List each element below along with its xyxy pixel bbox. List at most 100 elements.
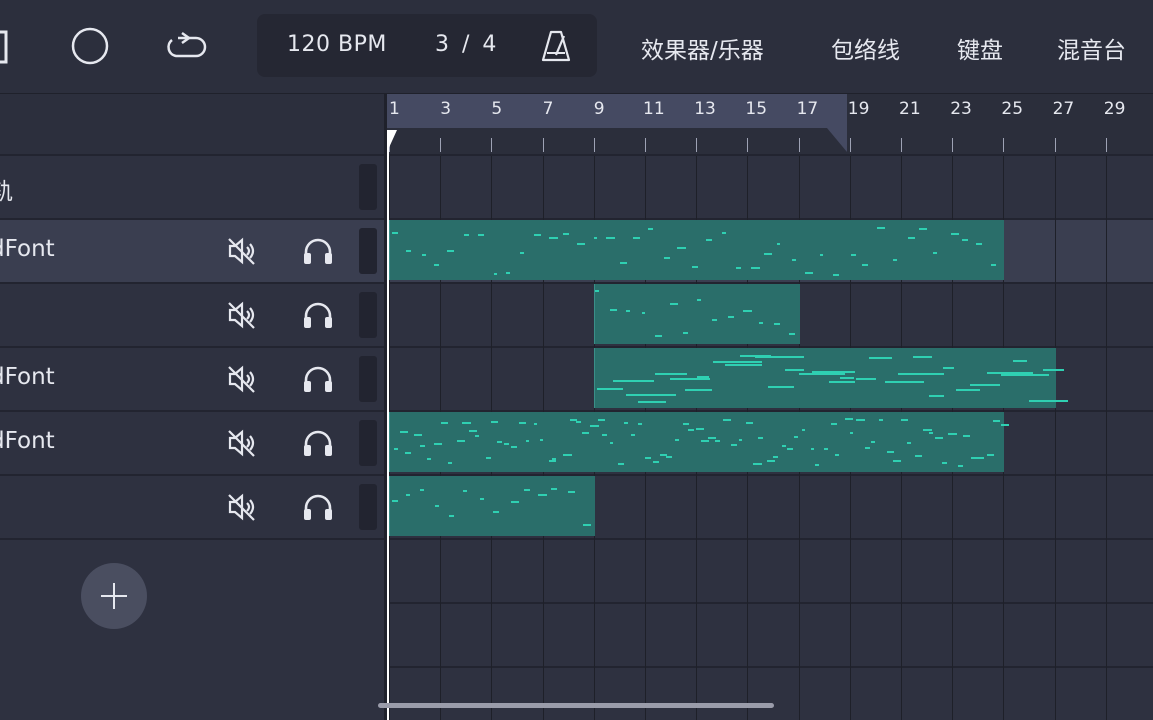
ruler-tick: [593, 138, 595, 152]
track-level-meter: [359, 164, 377, 210]
arrangement-timeline[interactable]: 1 3 5 7 9 11 13 15 17 19 21 23 25 27 29: [387, 94, 1153, 720]
midi-clip[interactable]: [389, 412, 1010, 472]
track-level-meter: [359, 420, 377, 466]
horizontal-scrollbar[interactable]: [378, 703, 774, 708]
midi-note: [666, 455, 673, 458]
mute-icon[interactable]: [226, 428, 258, 458]
record-icon[interactable]: [68, 24, 112, 68]
add-track-button[interactable]: [81, 563, 147, 629]
track-row[interactable]: dFont: [0, 412, 384, 476]
midi-note: [970, 384, 1000, 387]
playhead-marker[interactable]: [387, 130, 397, 152]
ruler-tick: [901, 138, 902, 152]
track-list-header: [0, 94, 384, 156]
bar-number-label: 11: [643, 99, 665, 119]
ruler-tick: [440, 138, 442, 152]
midi-note: [406, 250, 411, 253]
midi-note: [590, 424, 599, 427]
midi-note: [548, 237, 558, 240]
midi-note: [510, 501, 519, 504]
midi-note: [868, 356, 892, 359]
midi-note: [923, 428, 933, 431]
loop-region[interactable]: [387, 94, 847, 154]
headphones-icon[interactable]: [302, 364, 334, 394]
menu-envelope[interactable]: 包络线: [831, 31, 900, 65]
midi-note: [576, 421, 581, 424]
mute-icon[interactable]: [226, 492, 258, 522]
ruler-tick: [696, 138, 698, 152]
headphones-icon[interactable]: [302, 236, 334, 266]
midi-note: [638, 400, 666, 403]
bar-number-label: 19: [847, 99, 870, 119]
midi-note: [633, 236, 641, 239]
midi-note: [520, 252, 525, 255]
headphones-icon[interactable]: [302, 492, 334, 522]
midi-note: [419, 489, 425, 492]
midi-clip[interactable]: [389, 476, 595, 536]
track-name[interactable]: 轨: [0, 172, 13, 206]
midi-note: [884, 380, 925, 383]
track-row[interactable]: dFont: [0, 348, 384, 412]
midi-note: [879, 419, 883, 422]
midi-note: [434, 263, 440, 266]
bar-number-label: 23: [950, 99, 972, 119]
midi-note: [593, 237, 598, 240]
mute-icon[interactable]: [226, 300, 258, 330]
midi-note: [721, 232, 726, 235]
timeline-ruler[interactable]: 1 3 5 7 9 11 13 15 17 19 21 23 25 27 29: [387, 94, 1153, 156]
bar-number-label: 29: [1103, 99, 1126, 119]
midi-note: [392, 231, 399, 234]
midi-note: [906, 442, 911, 445]
back-icon[interactable]: [0, 24, 34, 68]
track-row[interactable]: dFont: [0, 220, 384, 284]
mute-icon[interactable]: [226, 364, 258, 394]
midi-note: [844, 418, 853, 421]
midi-note: [480, 497, 484, 500]
ruler-tick: [645, 138, 646, 152]
ruler-tick: [1105, 138, 1107, 152]
track-level-meter: [359, 228, 377, 274]
menu-effects-instruments[interactable]: 效果器/乐器: [641, 31, 764, 65]
midi-note: [477, 234, 485, 237]
metronome-icon[interactable]: [540, 29, 572, 63]
time-signature-value[interactable]: 3 / 4: [435, 32, 499, 57]
track-lane[interactable]: [387, 604, 1153, 668]
bpm-value[interactable]: 120 BPM: [287, 32, 387, 57]
midi-note: [714, 439, 720, 442]
midi-note: [551, 487, 558, 490]
track-name[interactable]: dFont: [0, 428, 55, 454]
playhead[interactable]: [387, 130, 389, 720]
midi-note: [794, 436, 798, 439]
midi-clip[interactable]: [593, 348, 1069, 408]
headphones-icon[interactable]: [302, 300, 334, 330]
bar-number-label: 5: [491, 99, 503, 119]
loop-icon[interactable]: [164, 24, 208, 68]
midi-note: [464, 233, 469, 236]
midi-note: [406, 494, 410, 497]
midi-note: [688, 428, 695, 431]
midi-clip[interactable]: [593, 284, 800, 344]
track-name[interactable]: dFont: [0, 236, 55, 262]
track-row[interactable]: [0, 284, 384, 348]
midi-clip[interactable]: [389, 220, 1005, 280]
midi-note: [784, 368, 805, 371]
midi-note: [935, 436, 943, 439]
midi-note: [992, 420, 1000, 423]
midi-note: [568, 491, 575, 494]
track-lane[interactable]: [387, 156, 1153, 220]
menu-mixer[interactable]: 混音台: [1057, 31, 1126, 65]
menu-keyboard[interactable]: 键盘: [957, 31, 1003, 65]
midi-note: [684, 388, 713, 391]
midi-note: [538, 493, 547, 496]
track-lane[interactable]: [387, 540, 1153, 604]
midi-note: [606, 237, 615, 240]
midi-note: [562, 233, 570, 236]
midi-note: [510, 446, 518, 449]
track-name[interactable]: dFont: [0, 364, 55, 390]
mute-icon[interactable]: [226, 236, 258, 266]
track-row[interactable]: 轨: [0, 156, 384, 220]
track-row[interactable]: [0, 476, 384, 540]
midi-note: [856, 419, 866, 422]
midi-note: [947, 433, 957, 436]
headphones-icon[interactable]: [302, 428, 334, 458]
